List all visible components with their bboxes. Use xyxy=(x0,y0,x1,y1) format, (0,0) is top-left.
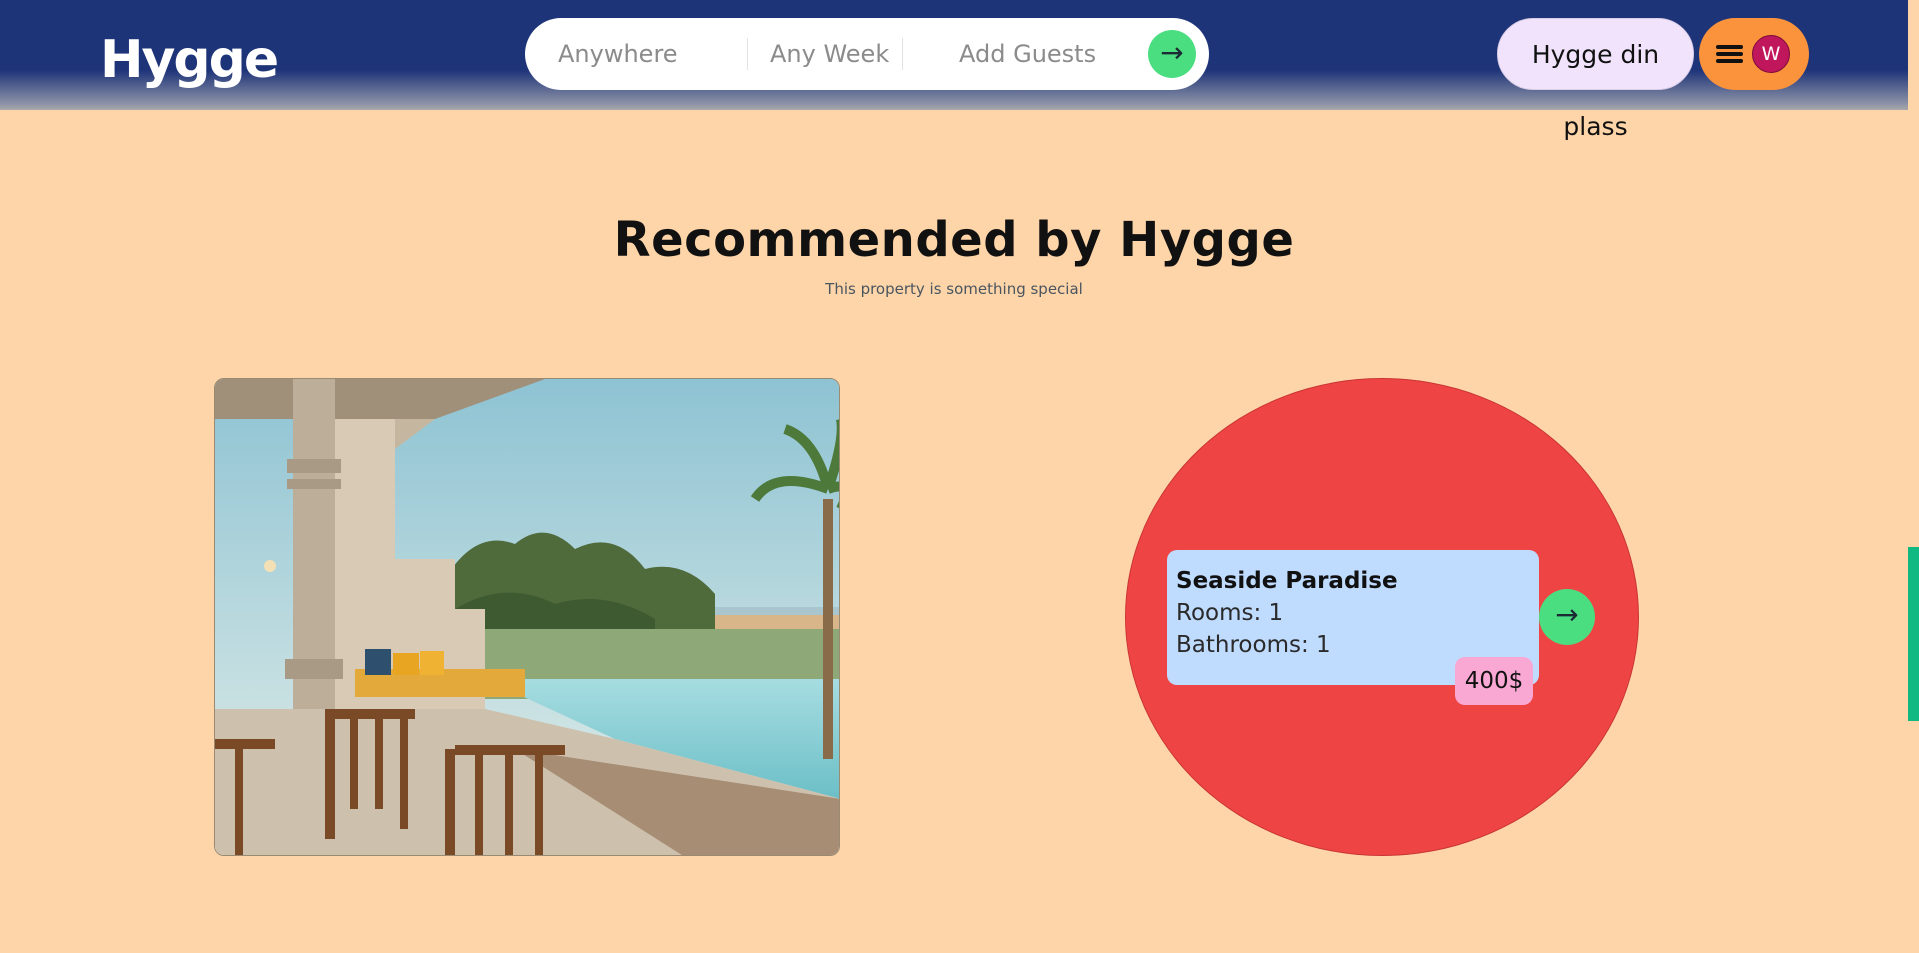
view-listing-button[interactable]: → xyxy=(1539,589,1595,645)
listing-name: Seaside Paradise xyxy=(1176,568,1398,594)
price-badge: 400$ xyxy=(1455,657,1533,705)
scrollbar-track[interactable] xyxy=(1908,0,1919,953)
hygge-logo[interactable]: Hygge xyxy=(100,28,279,92)
search-bar[interactable]: Anywhere Any Week Add Guests → xyxy=(525,18,1209,90)
guests-field[interactable]: Add Guests xyxy=(959,18,1096,90)
page-subtitle: This property is something special xyxy=(825,280,1083,298)
location-field[interactable]: Anywhere xyxy=(558,18,678,90)
search-divider xyxy=(902,38,903,70)
search-submit-button[interactable]: → xyxy=(1148,30,1196,78)
search-divider xyxy=(747,38,748,70)
top-navbar: Hygge Anywhere Any Week Add Guests → Hyg… xyxy=(0,0,1908,141)
avatar: W xyxy=(1752,35,1790,73)
scrollbar-thumb[interactable] xyxy=(1908,547,1919,721)
listing-rooms: Rooms: 1 xyxy=(1176,600,1284,626)
listing-bathrooms: Bathrooms: 1 xyxy=(1176,632,1331,658)
dates-field[interactable]: Any Week xyxy=(770,18,889,90)
user-menu-button[interactable]: W xyxy=(1699,18,1809,90)
host-your-place-button[interactable]: Hygge din plass xyxy=(1497,18,1694,141)
listing-photo-image xyxy=(215,379,839,855)
page-title: Recommended by Hygge xyxy=(613,212,1295,268)
listing-photo[interactable] xyxy=(214,378,840,856)
arrow-right-icon: → xyxy=(1160,36,1184,69)
hamburger-icon xyxy=(1716,45,1743,63)
arrow-right-icon: → xyxy=(1555,598,1579,631)
